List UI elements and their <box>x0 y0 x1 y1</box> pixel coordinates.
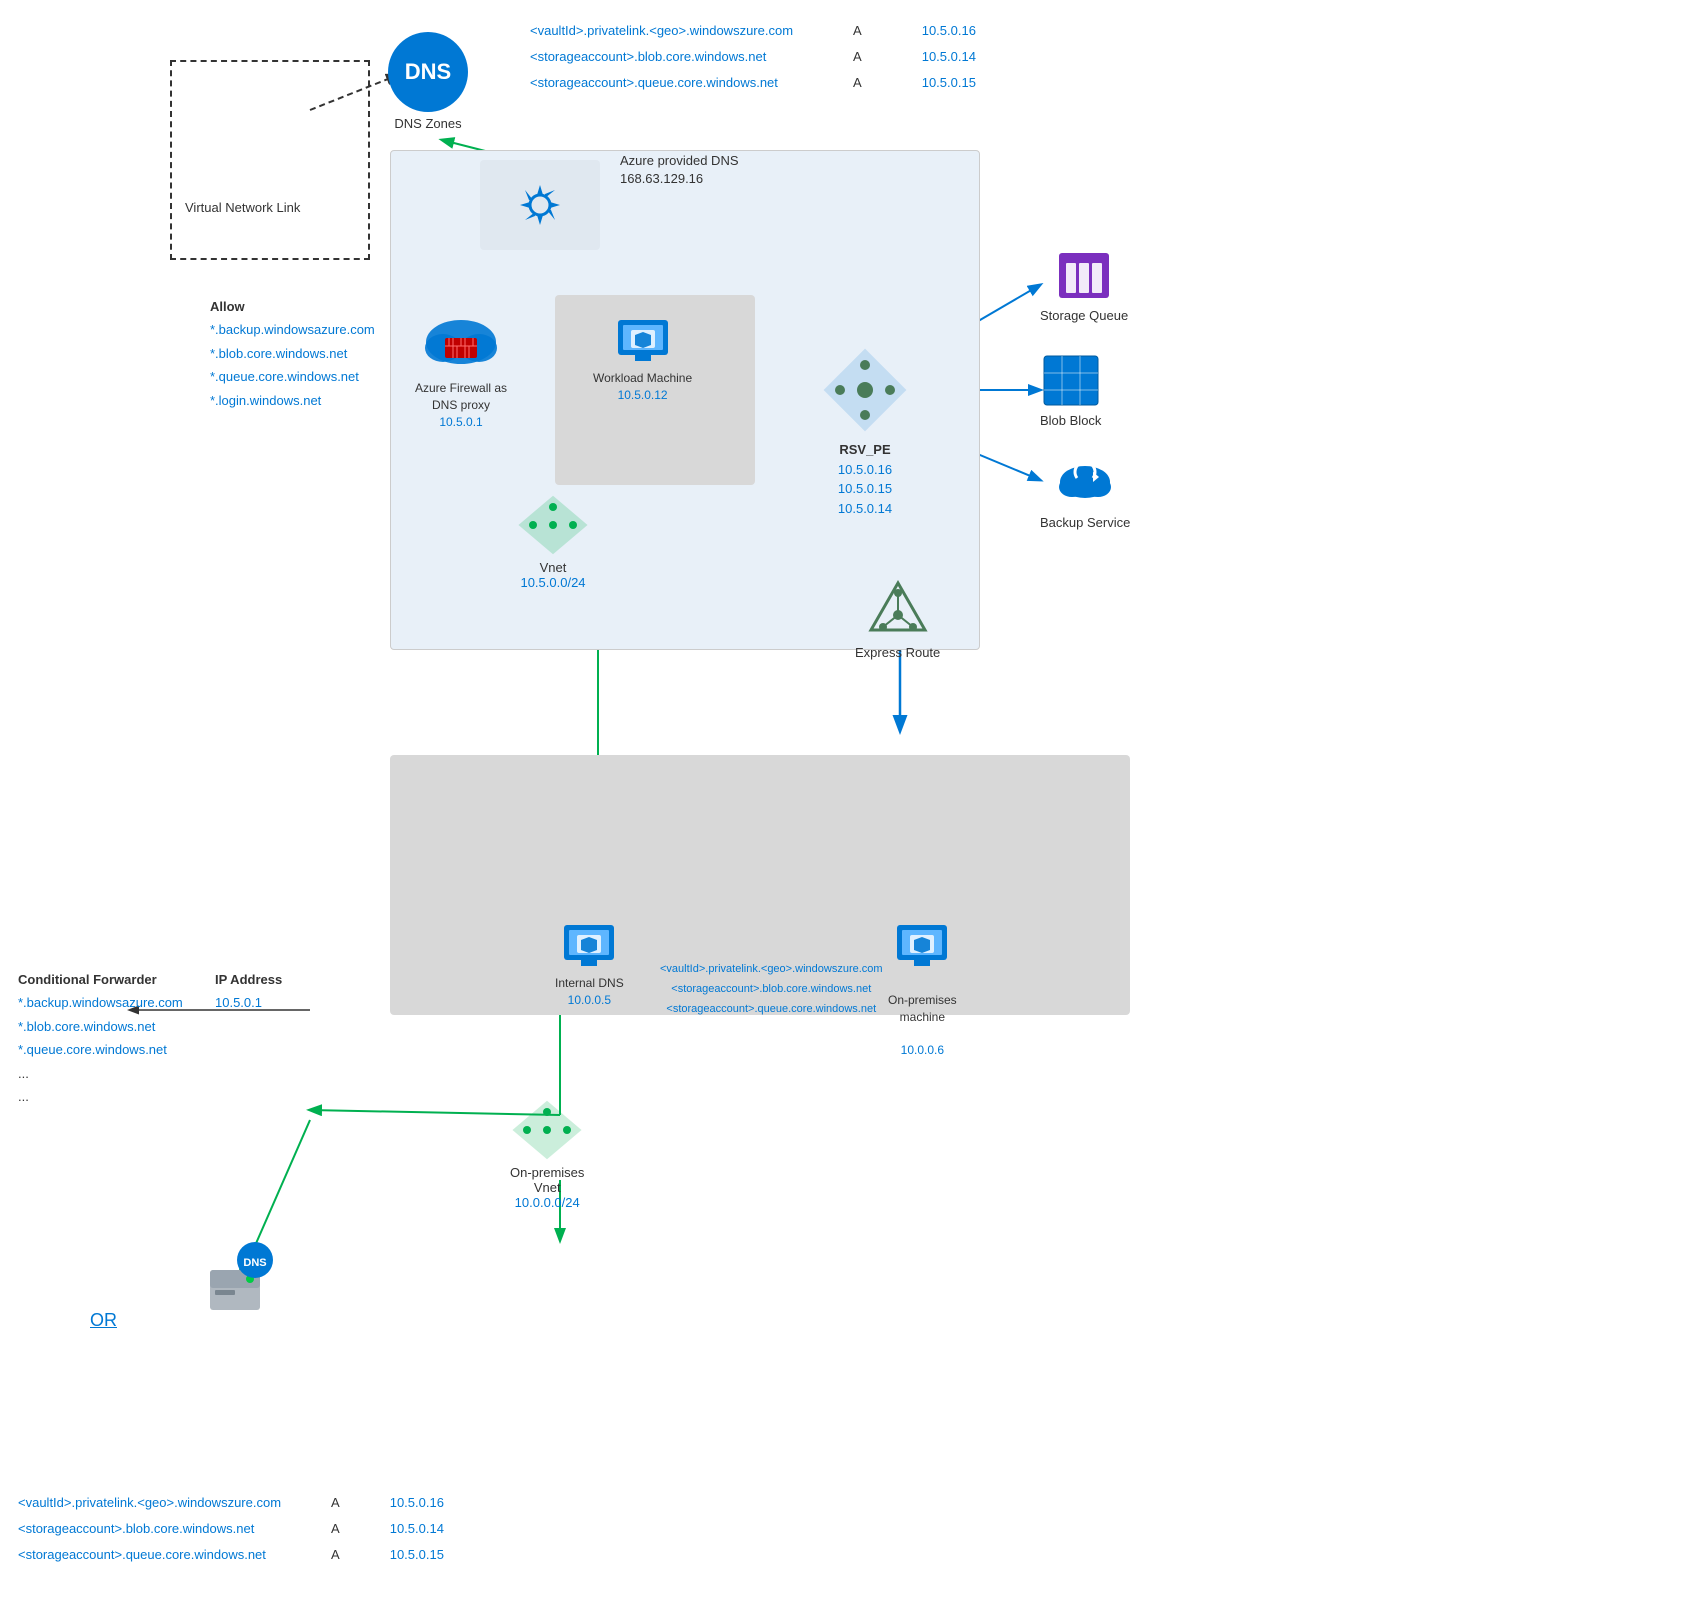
firewall-label: Azure Firewall as DNS proxy 10.5.0.1 <box>415 380 507 430</box>
top-record-1-ip: 10.5.0.16 <box>922 18 976 44</box>
on-premises-machine-icon <box>892 920 952 970</box>
mid-record-1: <vaultId>.privatelink.<geo>.windowszure.… <box>660 960 883 980</box>
top-record-2-ip: 10.5.0.14 <box>922 44 976 70</box>
gear-icon <box>515 180 565 230</box>
storage-queue-area: Storage Queue <box>1040 248 1128 323</box>
top-record-1-type: A <box>853 18 862 44</box>
conditional-forwarder-section: Conditional Forwarder *.backup.windowsaz… <box>18 968 183 1108</box>
rsv-pe-ip-2: 10.5.0.14 <box>820 499 910 519</box>
rsv-pe-icon <box>820 345 910 435</box>
allow-item-0: *.backup.windowsazure.com <box>210 318 375 341</box>
blob-block-label: Blob Block <box>1040 413 1101 428</box>
rsv-pe-ip-1: 10.5.0.15 <box>820 479 910 499</box>
vnet-label: Vnet 10.5.0.0/24 <box>518 560 588 590</box>
bot-record-1-name: <vaultId>.privatelink.<geo>.windowszure.… <box>18 1490 281 1516</box>
internal-dns-icon <box>559 920 619 970</box>
virtual-network-link-label: Virtual Network Link <box>185 200 300 215</box>
dns-icon-area: DNS DNS Zones <box>388 32 468 131</box>
rsv-pe-area: RSV_PE 10.5.0.16 10.5.0.15 10.5.0.14 <box>820 345 910 518</box>
top-record-1-name: <vaultId>.privatelink.<geo>.windowszure.… <box>530 18 793 44</box>
backup-service-area: Backup Service <box>1040 450 1130 530</box>
bot-record-3-type: A <box>331 1542 340 1568</box>
conditional-forwarder-title: Conditional Forwarder <box>18 968 183 991</box>
top-record-3-type: A <box>853 70 862 96</box>
backup-service-icon <box>1055 450 1115 510</box>
storage-queue-label: Storage Queue <box>1040 308 1128 323</box>
on-premises-vnet-area: On-premises Vnet 10.0.0.0/24 <box>510 1100 584 1210</box>
cf-item-1: *.blob.core.windows.net <box>18 1015 183 1038</box>
top-record-2-name: <storageaccount>.blob.core.windows.net <box>530 44 793 70</box>
top-record-2-type: A <box>853 44 862 70</box>
mid-record-3: <storageaccount>.queue.core.windows.net <box>660 1000 883 1020</box>
bot-record-3-name: <storageaccount>.queue.core.windows.net <box>18 1542 281 1568</box>
mid-record-2: <storageaccount>.blob.core.windows.net <box>660 980 883 1000</box>
bot-record-1-ip: 10.5.0.16 <box>390 1490 444 1516</box>
allow-title: Allow <box>210 295 375 318</box>
storage-queue-icon <box>1054 248 1114 303</box>
internal-dns-label: Internal DNS 10.0.0.5 <box>555 975 624 1009</box>
top-record-3-name: <storageaccount>.queue.core.windows.net <box>530 70 793 96</box>
ip-address-section: IP Address 10.5.0.1 <box>215 968 282 1015</box>
backup-service-label: Backup Service <box>1040 515 1130 530</box>
express-route-label: Express Route <box>855 645 940 660</box>
cf-item-4: ... <box>18 1085 183 1108</box>
middle-dns-records: <vaultId>.privatelink.<geo>.windowszure.… <box>660 960 883 1019</box>
cf-item-3: ... <box>18 1062 183 1085</box>
bot-record-2-type: A <box>331 1516 340 1542</box>
workload-icon <box>613 315 673 365</box>
internal-dns-area: Internal DNS 10.0.0.5 <box>555 920 624 1009</box>
blob-block-area: Blob Block <box>1040 353 1101 428</box>
on-premises-dns-area: DNS <box>195 1240 275 1325</box>
dns-circle-text: DNS <box>405 59 451 85</box>
azure-dns-box <box>480 160 600 250</box>
bottom-dns-records: <vaultId>.privatelink.<geo>.windowszure.… <box>18 1490 444 1568</box>
allow-section: Allow *.backup.windowsazure.com *.blob.c… <box>210 295 375 412</box>
ip-address-value: 10.5.0.1 <box>215 991 282 1014</box>
vnet-icon <box>518 495 588 555</box>
on-premises-dns-server-icon: DNS <box>195 1240 275 1320</box>
top-dns-records: <vaultId>.privatelink.<geo>.windowszure.… <box>530 18 976 96</box>
firewall-area: Azure Firewall as DNS proxy 10.5.0.1 <box>415 310 507 430</box>
or-label: OR <box>90 1310 117 1331</box>
allow-item-2: *.queue.core.windows.net <box>210 365 375 388</box>
on-premises-vnet-label: On-premises Vnet 10.0.0.0/24 <box>510 1165 584 1210</box>
ip-address-title: IP Address <box>215 968 282 991</box>
dns-label: DNS Zones <box>388 116 468 131</box>
rsv-pe-label: RSV_PE 10.5.0.16 10.5.0.15 10.5.0.14 <box>820 440 910 518</box>
svg-text:DNS: DNS <box>243 1257 266 1269</box>
azure-dns-label: Azure provided DNS 168.63.129.16 <box>620 152 739 188</box>
bot-record-3-ip: 10.5.0.15 <box>390 1542 444 1568</box>
blob-block-icon <box>1041 353 1101 408</box>
express-route-area: Express Route <box>855 575 940 660</box>
vnet-area: Vnet 10.5.0.0/24 <box>518 495 588 590</box>
rsv-pe-ip-0: 10.5.0.16 <box>820 460 910 480</box>
cf-item-0: *.backup.windowsazure.com <box>18 991 183 1014</box>
on-premises-machine-area: On-premises machine 10.0.0.6 <box>888 920 957 1076</box>
top-record-3-ip: 10.5.0.15 <box>922 70 976 96</box>
cf-item-2: *.queue.core.windows.net <box>18 1038 183 1061</box>
workload-label: Workload Machine 10.5.0.12 <box>593 370 692 404</box>
diagram-container: <vaultId>.privatelink.<geo>.windowszure.… <box>0 0 1692 1601</box>
bot-record-2-name: <storageaccount>.blob.core.windows.net <box>18 1516 281 1542</box>
bot-record-1-type: A <box>331 1490 340 1516</box>
on-premises-vnet-icon <box>512 1100 582 1160</box>
express-route-icon <box>863 575 933 640</box>
bot-record-2-ip: 10.5.0.14 <box>390 1516 444 1542</box>
allow-item-1: *.blob.core.windows.net <box>210 342 375 365</box>
virtual-network-link-box <box>170 60 370 260</box>
allow-item-3: *.login.windows.net <box>210 389 375 412</box>
on-premises-machine-label: On-premises machine 10.0.0.6 <box>888 975 957 1076</box>
workload-area: Workload Machine 10.5.0.12 <box>593 315 692 404</box>
dns-circle: DNS <box>388 32 468 112</box>
firewall-icon <box>421 310 501 375</box>
